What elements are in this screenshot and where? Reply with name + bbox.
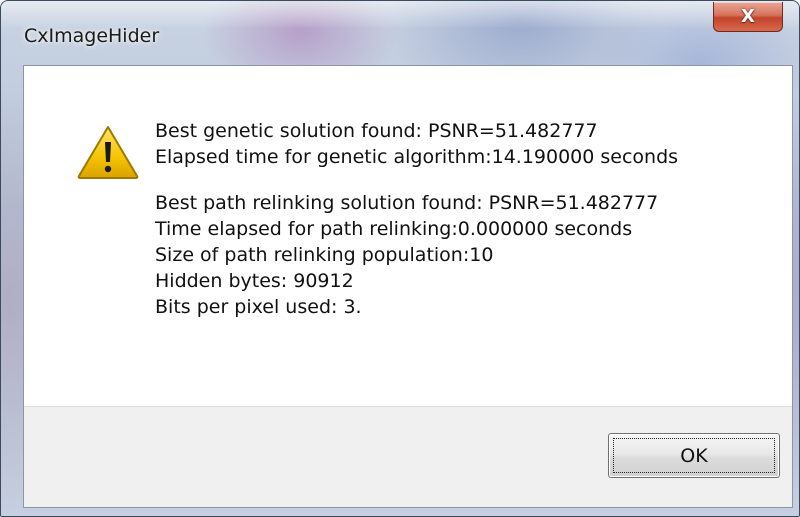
ok-button-label: OK xyxy=(680,444,708,467)
message-line: Size of path relinking population:10 xyxy=(155,244,494,266)
dialog-window: CxImageHider X Best genetic solution fou… xyxy=(0,0,800,517)
message-text: Best genetic solution found: PSNR=51.482… xyxy=(155,118,775,320)
message-line: Best genetic solution found: PSNR=51.482… xyxy=(155,120,598,142)
dialog-client-area: Best genetic solution found: PSNR=51.482… xyxy=(23,65,793,508)
ok-button[interactable]: OK xyxy=(608,433,780,478)
warning-icon xyxy=(77,126,139,179)
close-icon: X xyxy=(741,5,755,27)
message-line: Bits per pixel used: 3. xyxy=(155,296,362,318)
message-spacer xyxy=(155,170,775,190)
message-line: Time elapsed for path relinking:0.000000… xyxy=(155,218,633,240)
message-line: Best path relinking solution found: PSNR… xyxy=(155,192,659,214)
message-area: Best genetic solution found: PSNR=51.482… xyxy=(24,66,792,406)
message-line: Hidden bytes: 90912 xyxy=(155,270,354,292)
message-line: Elapsed time for genetic algorithm:14.19… xyxy=(155,146,679,168)
window-title: CxImageHider xyxy=(24,25,160,47)
close-button[interactable]: X xyxy=(713,2,783,32)
